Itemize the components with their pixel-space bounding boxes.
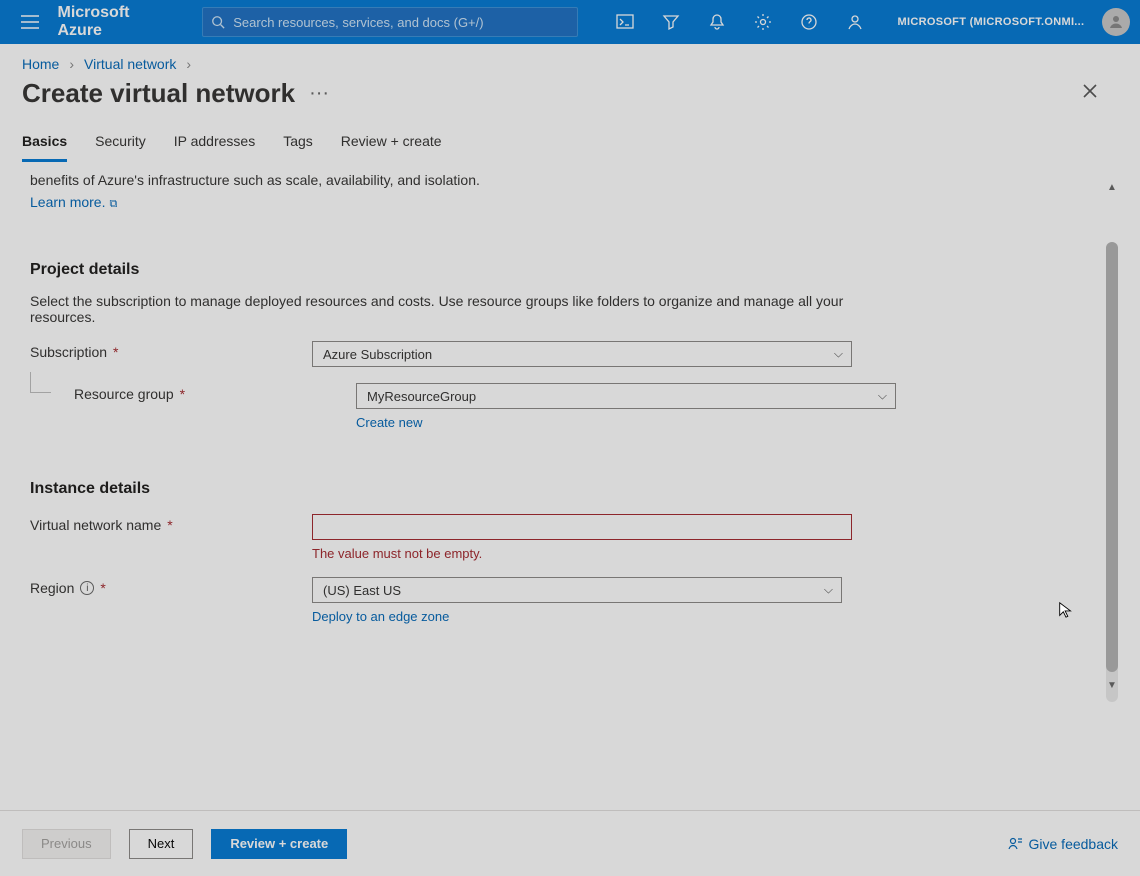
tab-tags[interactable]: Tags bbox=[283, 127, 313, 162]
intro-text-fragment: benefits of Azure's infrastructure such … bbox=[30, 172, 1000, 188]
external-link-icon: ⧉ bbox=[109, 198, 117, 210]
vnet-name-label: Virtual network name bbox=[30, 517, 161, 533]
page-title-bar: Create virtual network ··· bbox=[0, 72, 1140, 127]
chevron-down-icon: ⌵ bbox=[878, 389, 887, 404]
required-mark: * bbox=[100, 580, 105, 596]
user-avatar[interactable] bbox=[1102, 8, 1130, 36]
chevron-down-icon: ⌵ bbox=[834, 347, 843, 362]
tab-ip-addresses[interactable]: IP addresses bbox=[174, 127, 255, 162]
tab-basics[interactable]: Basics bbox=[22, 127, 67, 162]
next-button[interactable]: Next bbox=[129, 829, 194, 859]
vnet-name-error: The value must not be empty. bbox=[312, 546, 852, 561]
global-search[interactable] bbox=[202, 7, 577, 37]
section-instance-details-title: Instance details bbox=[30, 480, 1000, 498]
search-input[interactable] bbox=[233, 15, 568, 30]
wizard-tabs: Basics Security IP addresses Tags Review… bbox=[0, 127, 1140, 162]
chevron-right-icon: › bbox=[69, 56, 74, 72]
vnet-name-input[interactable] bbox=[312, 514, 852, 540]
create-new-rg-link[interactable]: Create new bbox=[356, 415, 896, 430]
top-icon-group bbox=[604, 0, 876, 44]
wizard-footer: Previous Next Review + create Give feedb… bbox=[0, 810, 1140, 876]
close-blade-icon[interactable] bbox=[1082, 82, 1118, 105]
deploy-edge-zone-link[interactable]: Deploy to an edge zone bbox=[312, 609, 852, 624]
help-icon[interactable] bbox=[788, 0, 830, 44]
tenant-label[interactable]: MICROSOFT (MICROSOFT.ONMI... bbox=[898, 16, 1085, 28]
directory-filter-icon[interactable] bbox=[650, 0, 692, 44]
required-mark: * bbox=[180, 386, 185, 402]
form-content: benefits of Azure's infrastructure such … bbox=[0, 162, 1140, 722]
breadcrumb: Home › Virtual network › bbox=[0, 44, 1140, 72]
resource-group-select[interactable]: MyResourceGroup ⌵ bbox=[356, 383, 896, 409]
azure-topbar: Microsoft Azure MICROSOFT (MICROSOFT.ONM… bbox=[0, 0, 1140, 44]
scrollbar-thumb[interactable] bbox=[1106, 242, 1118, 672]
hamburger-menu-icon[interactable] bbox=[10, 15, 49, 29]
learn-more-link[interactable]: Learn more.⧉ bbox=[30, 194, 117, 210]
breadcrumb-vnet[interactable]: Virtual network bbox=[84, 56, 176, 72]
review-create-button[interactable]: Review + create bbox=[211, 829, 347, 859]
breadcrumb-home[interactable]: Home bbox=[22, 56, 59, 72]
more-menu-icon[interactable]: ··· bbox=[309, 82, 329, 105]
section-project-details-text: Select the subscription to manage deploy… bbox=[30, 293, 860, 325]
info-icon[interactable]: i bbox=[80, 581, 94, 595]
page-title: Create virtual network bbox=[22, 78, 295, 109]
resource-group-label: Resource group bbox=[74, 386, 174, 402]
chevron-down-icon: ⌵ bbox=[824, 583, 833, 598]
cloud-shell-icon[interactable] bbox=[604, 0, 646, 44]
brand-label[interactable]: Microsoft Azure bbox=[57, 4, 194, 40]
required-mark: * bbox=[113, 344, 118, 360]
tab-security[interactable]: Security bbox=[95, 127, 146, 162]
settings-icon[interactable] bbox=[742, 0, 784, 44]
tab-review-create[interactable]: Review + create bbox=[341, 127, 442, 162]
chevron-right-icon: › bbox=[186, 56, 191, 72]
scroll-up-icon[interactable]: ▲ bbox=[1106, 180, 1118, 194]
subscription-select[interactable]: Azure Subscription ⌵ bbox=[312, 341, 852, 367]
previous-button: Previous bbox=[22, 829, 111, 859]
region-label: Region bbox=[30, 580, 74, 596]
feedback-icon[interactable] bbox=[834, 0, 876, 44]
section-project-details-title: Project details bbox=[30, 261, 1000, 279]
subscription-label: Subscription bbox=[30, 344, 107, 360]
scroll-down-icon[interactable]: ▼ bbox=[1106, 678, 1118, 692]
required-mark: * bbox=[167, 517, 172, 533]
notifications-icon[interactable] bbox=[696, 0, 738, 44]
give-feedback-link[interactable]: Give feedback bbox=[1007, 836, 1119, 852]
region-select[interactable]: (US) East US ⌵ bbox=[312, 577, 842, 603]
